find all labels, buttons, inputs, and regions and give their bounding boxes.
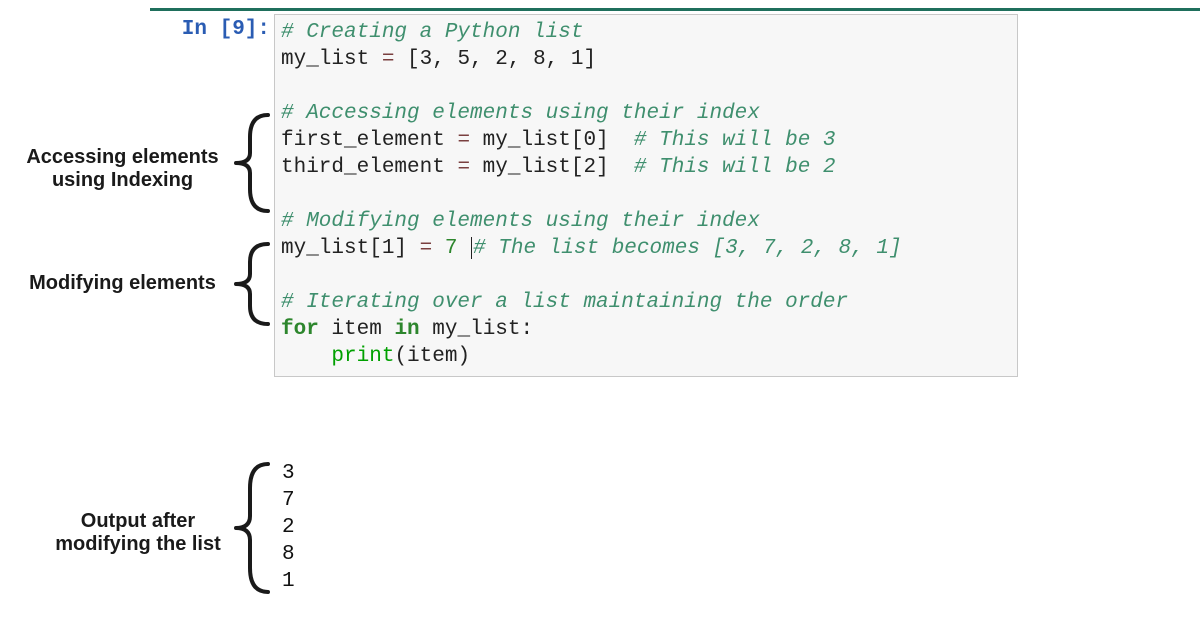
brace-icon	[228, 109, 274, 217]
code-text: my_list[2]	[483, 156, 609, 179]
code-text: [3, 5, 2, 8, 1]	[407, 48, 596, 71]
input-prompt: In [9]:	[150, 14, 270, 41]
output-area: 3 7 2 8 1	[282, 460, 295, 595]
brace-icon	[228, 238, 274, 330]
code-comment: # Accessing elements using their index	[281, 102, 760, 125]
brace-icon	[228, 458, 274, 598]
output-line: 8	[282, 543, 295, 566]
code-text: my_list	[281, 48, 369, 71]
code-comment: # This will be 2	[634, 156, 836, 179]
code-text: third_element	[281, 156, 445, 179]
annotation-text: Accessing elements	[26, 146, 218, 168]
code-indent	[281, 345, 331, 368]
code-comment: # Modifying elements using their index	[281, 210, 760, 233]
code-text: my_list:	[432, 318, 533, 341]
code-text: item	[331, 318, 381, 341]
code-comment: # The list becomes [3, 7, 2, 8, 1]	[473, 237, 901, 260]
text-cursor	[471, 237, 472, 259]
code-text: 7	[445, 237, 458, 260]
code-text: my_list[0]	[483, 129, 609, 152]
code-text: (item)	[394, 345, 470, 368]
top-rule	[150, 8, 1200, 11]
output-line: 3	[282, 462, 295, 485]
code-comment: # This will be 3	[634, 129, 836, 152]
code-function: print	[331, 345, 394, 368]
annotation-text: Output after	[81, 510, 195, 532]
annotation-text: Modifying elements	[29, 272, 216, 294]
output-line: 1	[282, 570, 295, 593]
output-line: 2	[282, 516, 295, 539]
code-comment: # Iterating over a list maintaining the …	[281, 291, 848, 314]
code-keyword: for	[281, 318, 319, 341]
annotation-output: Output after modifying the list	[48, 510, 228, 556]
code-keyword: in	[394, 318, 419, 341]
code-comment: # Creating a Python list	[281, 21, 583, 44]
annotation-text: using Indexing	[20, 169, 225, 192]
annotation-modifying: Modifying elements	[20, 272, 225, 295]
code-cell[interactable]: # Creating a Python list my_list = [3, 5…	[274, 14, 1018, 377]
code-text: my_list[1]	[281, 237, 407, 260]
code-text: first_element	[281, 129, 445, 152]
annotation-indexing: Accessing elements using Indexing	[20, 146, 225, 192]
output-line: 7	[282, 489, 295, 512]
annotation-text: modifying the list	[48, 533, 228, 556]
